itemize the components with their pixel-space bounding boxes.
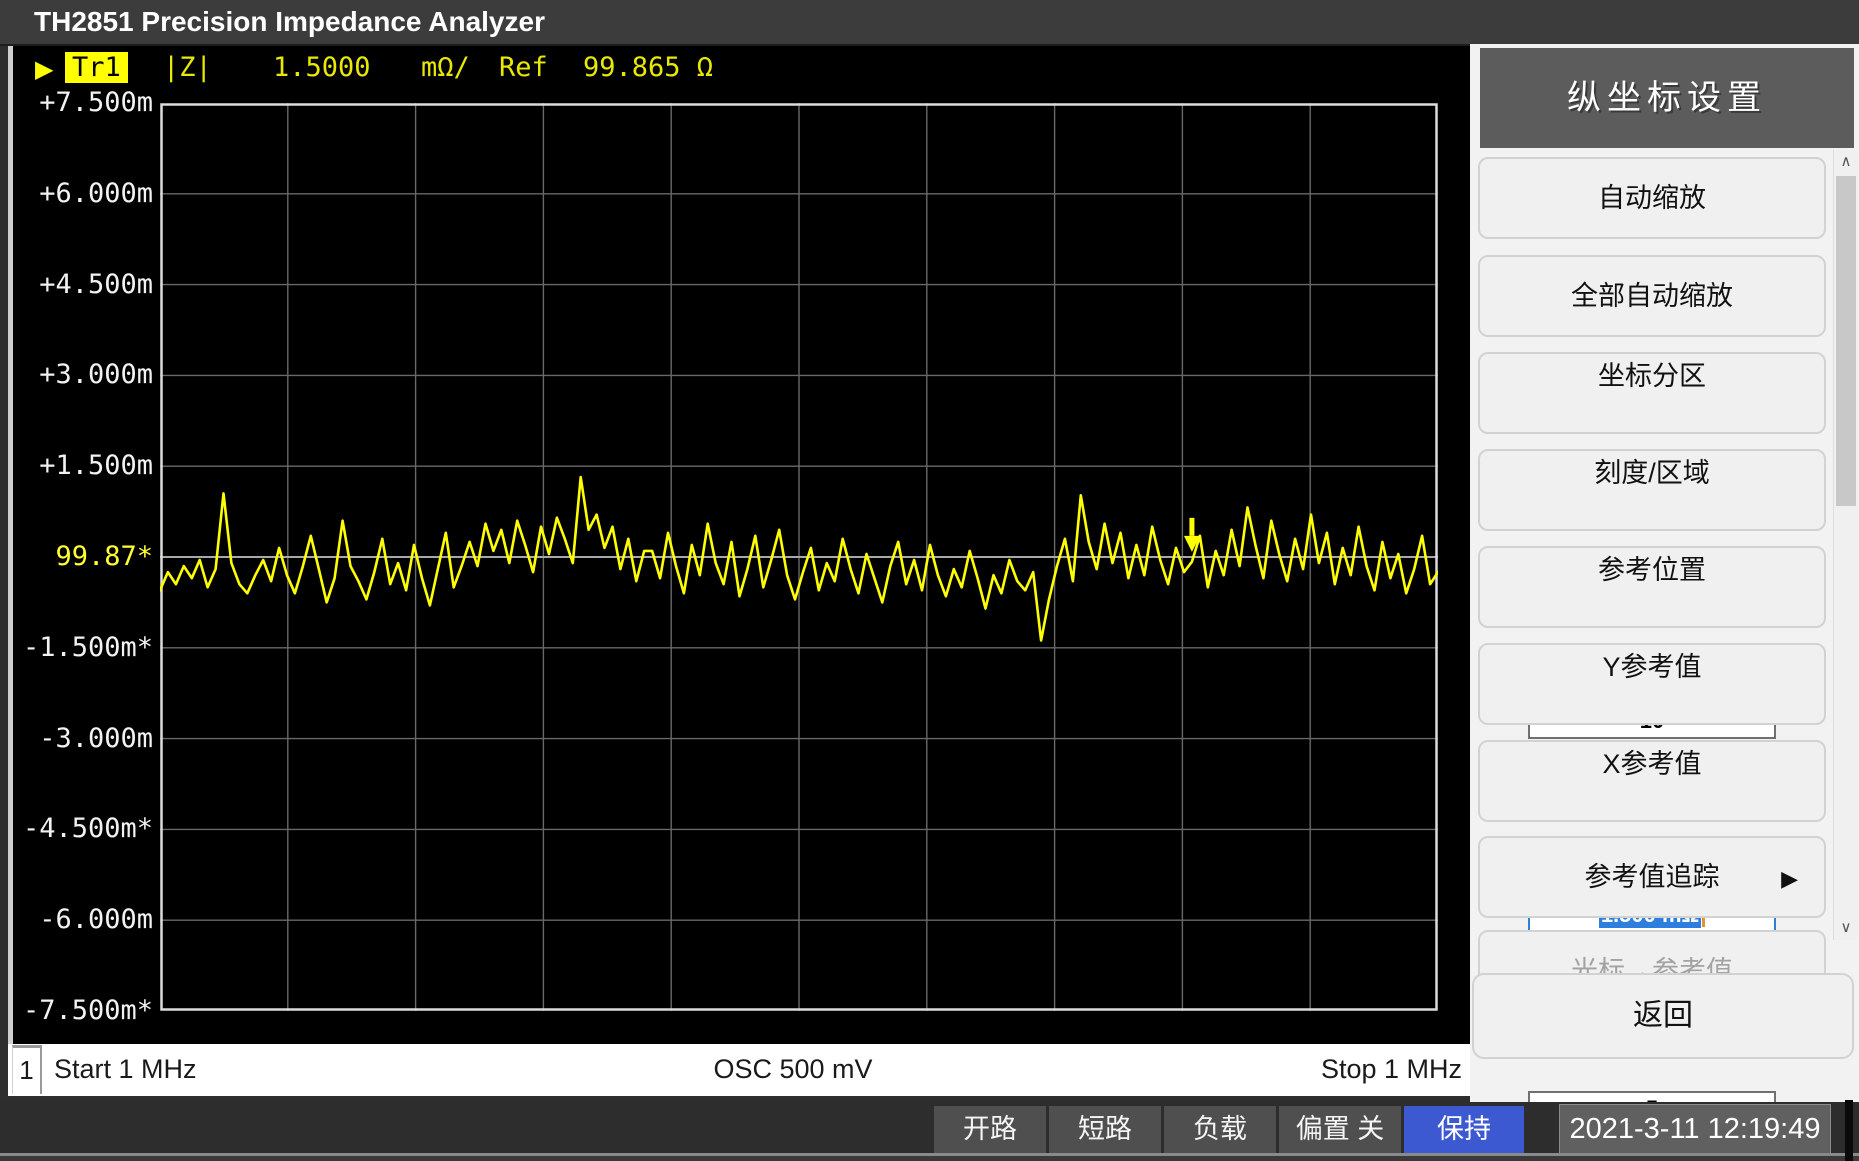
short-correction-button[interactable]: 短路 <box>1049 1106 1161 1153</box>
y-axis-label: -7.500m* <box>23 994 153 1028</box>
y-axis-label: +4.500m <box>23 268 153 302</box>
clock-display: 2021-3-11 12:19:49 <box>1559 1104 1831 1154</box>
load-correction-button[interactable]: 负载 <box>1164 1106 1276 1153</box>
trace-ref-label: Ref <box>499 52 548 83</box>
bottom-edge <box>0 1156 1859 1161</box>
scale-per-div-button[interactable]: 刻度/区域 1.500 mΩ <box>1478 449 1826 531</box>
trace-status-bar: ▶ Tr1 |Z| 1.5000 mΩ/ Ref 99.865 Ω <box>13 54 1470 86</box>
y-axis-label: +1.500m <box>23 449 153 483</box>
osc-level-label: OSC 500 mV <box>648 1044 938 1094</box>
y-axis-label: -1.500m* <box>23 631 153 665</box>
y-axis-label: +3.000m <box>23 358 153 392</box>
y-axis-label: -4.500m* <box>23 812 153 846</box>
divisions-button[interactable]: 坐标分区 10 <box>1478 352 1826 434</box>
scroll-up-icon[interactable]: ∧ <box>1834 150 1858 174</box>
chart-panel: ▶ Tr1 |Z| 1.5000 mΩ/ Ref 99.865 Ω +7.500… <box>8 46 1470 1044</box>
x-reference-button[interactable]: X参考值 <box>1478 740 1826 822</box>
trace-ref-value: 99.865 Ω <box>583 52 713 83</box>
y-axis-label: -6.000m <box>23 903 153 937</box>
title-bar: TH2851 Precision Impedance Analyzer <box>0 0 1859 46</box>
reference-tracking-button[interactable]: 参考值追踪 ▶ <box>1478 836 1826 918</box>
sidebar-scrollbar[interactable]: ∧ ∨ <box>1833 150 1858 940</box>
submenu-arrow-icon: ▶ <box>1781 866 1798 892</box>
bias-off-button[interactable]: 偏置 关 <box>1279 1106 1401 1153</box>
chart-svg <box>160 103 1438 1011</box>
active-trace-arrow-icon: ▶ <box>35 55 53 84</box>
vertical-axis-settings-menu: 纵坐标设置 自动缩放 全部自动缩放 坐标分区 10 刻度/区域 1.500 mΩ… <box>1470 44 1859 1102</box>
trace-parameter: |Z| <box>163 52 212 83</box>
scroll-down-icon[interactable]: ∨ <box>1834 916 1858 940</box>
reference-position-button[interactable]: 参考位置 5 <box>1478 546 1826 628</box>
y-axis-label: +7.500m <box>23 86 153 120</box>
marker-stem <box>1189 518 1194 536</box>
sidebar-header: 纵坐标设置 <box>1480 48 1854 148</box>
window-title: TH2851 Precision Impedance Analyzer <box>34 6 545 38</box>
autoscale-all-button[interactable]: 全部自动缩放 <box>1478 255 1826 337</box>
x-axis-strip: 1 Start 1 MHz OSC 500 mV Stop 1 MHz <box>8 1044 1470 1096</box>
autoscale-button[interactable]: 自动缩放 <box>1478 157 1826 239</box>
bottom-status-bar: 开路 短路 负载 偏置 关 保持 2021-3-11 12:19:49 <box>0 1102 1859 1153</box>
y-reference-button[interactable]: Y参考值 99.865403 Ω <box>1478 643 1826 725</box>
right-edge-divider <box>1845 1100 1853 1161</box>
return-button[interactable]: 返回 <box>1472 973 1854 1059</box>
trace-label-badge[interactable]: Tr1 <box>65 52 128 83</box>
y-axis-label: +6.000m <box>23 177 153 211</box>
y-axis-label: -3.000m <box>23 722 153 756</box>
hold-button[interactable]: 保持 <box>1404 1106 1524 1153</box>
trace-scale-unit: mΩ/ <box>421 52 470 83</box>
instrument-screen: TH2851 Precision Impedance Analyzer ▶ Tr… <box>0 0 1859 1161</box>
trace-scale-value: 1.5000 <box>273 52 371 83</box>
channel-indicator: 1 <box>12 1045 42 1094</box>
open-correction-button[interactable]: 开路 <box>934 1106 1046 1153</box>
start-frequency-label: Start 1 MHz <box>54 1044 197 1094</box>
scrollbar-thumb[interactable] <box>1836 176 1856 506</box>
stop-frequency-label: Stop 1 MHz <box>1321 1044 1462 1094</box>
y-axis-ref-label: 99.87* <box>23 540 153 574</box>
chart-grid <box>160 103 1438 1011</box>
